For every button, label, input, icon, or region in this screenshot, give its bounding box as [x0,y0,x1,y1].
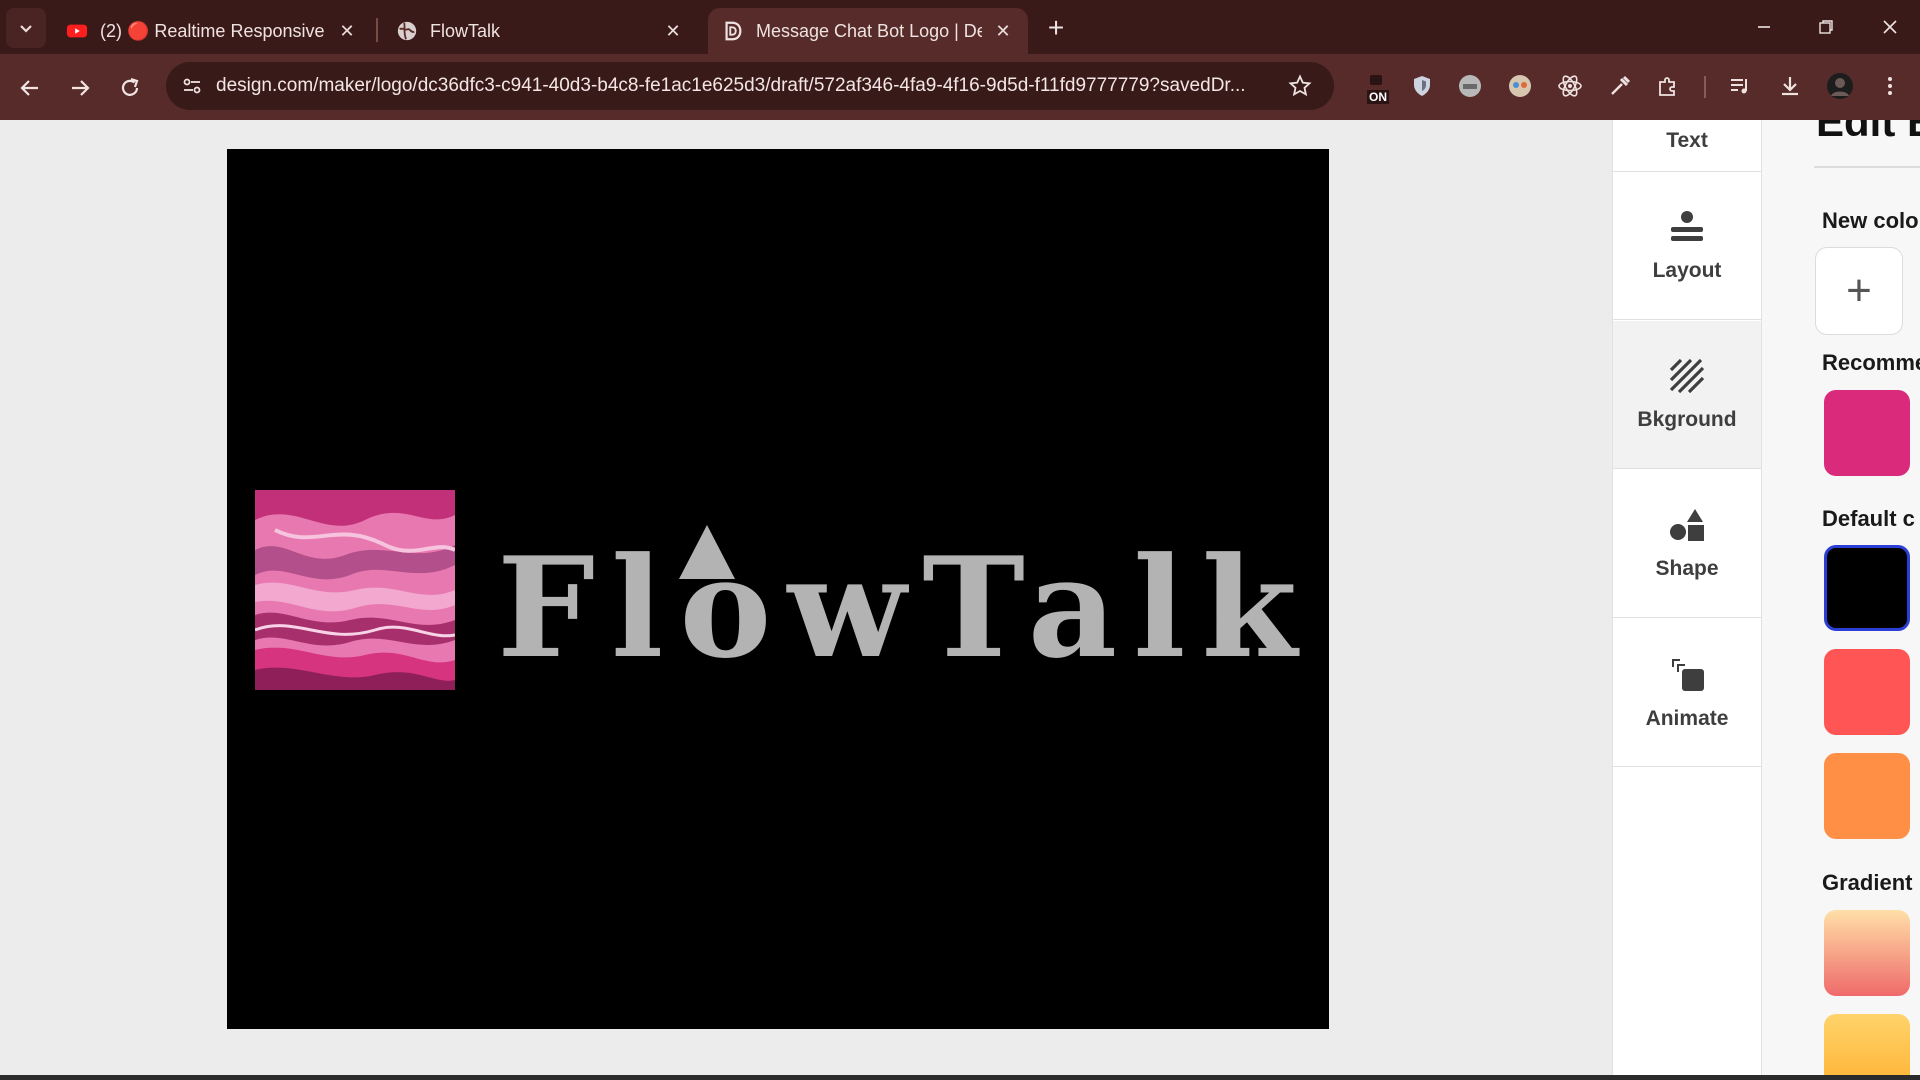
speed-extension-icon [1459,75,1481,97]
restore-icon [1819,20,1833,34]
minimize-icon [1758,26,1770,28]
new-tab-button[interactable]: + [1040,12,1072,44]
tool-text-label: Text [1666,129,1708,152]
atom-icon [1558,75,1582,97]
panel-title: Edit B [1816,120,1920,145]
tool-animate[interactable]: Animate [1613,619,1761,767]
default-swatch-black[interactable] [1824,545,1910,631]
face-extension-icon [1509,75,1531,97]
tab-title: Message Chat Bot Logo | Desig [756,20,982,41]
tool-background-label: Bkground [1637,407,1737,431]
avatar-icon [1827,73,1853,99]
tool-animate-label: Animate [1645,706,1729,730]
extension-shield[interactable] [1408,72,1436,100]
marble-logo-mark[interactable] [255,490,455,690]
youtube-icon [66,24,88,38]
downloads-button[interactable] [1776,72,1804,100]
minimize-button[interactable] [1744,10,1784,44]
design-com-icon [725,21,742,41]
tab-youtube[interactable]: (2) 🔴 Realtime Responsive Cha ✕ [52,8,372,54]
tool-layout-label: Layout [1652,258,1722,282]
logo-canvas[interactable]: FlowTalk [227,149,1329,1029]
tool-layout[interactable]: Layout [1613,172,1761,320]
gradient-swatch-gold[interactable] [1824,1014,1910,1080]
background-icon [1669,358,1705,393]
gradient-label: Gradient [1822,870,1913,895]
close-icon[interactable]: ✕ [662,20,684,42]
panel-divider [1814,166,1920,168]
reload-button[interactable] [114,72,146,104]
brand-name-text[interactable]: FlowTalk [497,526,1313,681]
restore-button[interactable] [1806,10,1846,44]
tab-bar: (2) 🔴 Realtime Responsive Cha ✕ FlowTalk… [0,0,1920,54]
close-icon[interactable]: ✕ [992,20,1014,42]
add-color-button[interactable]: + [1815,247,1903,335]
browser-menu-button[interactable] [1876,72,1904,100]
arrow-left-icon [20,80,38,96]
layout-icon [1671,210,1703,241]
tab-separator [376,18,378,42]
extensions-button[interactable] [1654,72,1682,100]
tab-title: (2) 🔴 Realtime Responsive Cha [100,20,326,41]
animate-icon [1672,658,1704,691]
puzzle-icon [1659,77,1675,96]
close-icon [1883,20,1897,34]
tool-background[interactable]: Bkground [1613,321,1761,469]
download-icon [1782,77,1798,96]
media-controls-button[interactable] [1726,72,1754,100]
tab-design-com[interactable]: Message Chat Bot Logo | Desig ✕ [708,8,1028,54]
chevron-down-icon [20,25,32,33]
toolbar-separator [1704,76,1706,98]
globe-icon [397,21,417,41]
address-bar[interactable]: design.com/maker/logo/dc36dfc3-c941-40d3… [166,62,1334,110]
bottom-edge [0,1075,1920,1080]
back-button[interactable] [14,72,46,104]
tab-search-button[interactable] [6,8,46,48]
reload-icon [121,77,139,96]
brand-wordmark[interactable]: FlowTalk [497,521,1317,681]
close-window-button[interactable] [1870,10,1910,44]
color-panel: Edit B New colo + Recomme Default c Grad… [1762,120,1920,1080]
tab-title: FlowTalk [430,20,501,41]
default-swatch-red[interactable] [1824,649,1910,735]
recommended-swatch[interactable] [1824,390,1910,476]
tool-shape[interactable]: Shape [1613,470,1761,618]
tool-shape-label: Shape [1655,556,1719,580]
more-vertical-icon [1888,77,1892,95]
arrow-right-icon [72,80,90,96]
shape-icon [1670,508,1704,541]
extension-badge: ON [1367,90,1389,104]
eyedropper-icon [1611,75,1631,95]
editor-page: FlowTalk Text Layout Bkground Shape Anim… [0,120,1920,1080]
site-settings-icon[interactable] [180,74,204,98]
playlist-icon [1731,79,1747,94]
extension-react[interactable] [1556,72,1584,100]
extension-speed[interactable] [1456,72,1484,100]
bookmark-star-icon[interactable] [1288,74,1312,98]
forward-button[interactable] [64,72,96,104]
extension-face[interactable] [1506,72,1534,100]
tool-rail: Text Layout Bkground Shape Animate [1612,120,1762,1080]
plus-icon: + [1846,266,1872,315]
new-color-label: New colo [1822,208,1919,233]
gradient-swatch-peach[interactable] [1824,910,1910,996]
tool-text[interactable]: Text [1613,120,1761,172]
shield-icon [1414,76,1430,96]
recommended-label: Recomme [1822,350,1920,375]
default-colors-label: Default c [1822,506,1915,531]
url-text[interactable]: design.com/maker/logo/dc36dfc3-c941-40d3… [216,62,1276,110]
default-swatch-orange[interactable] [1824,753,1910,839]
close-icon[interactable]: ✕ [336,20,358,42]
extension-eyedropper[interactable] [1606,72,1634,100]
tab-flowtalk[interactable]: FlowTalk ✕ [382,8,698,54]
profile-avatar[interactable] [1826,72,1854,100]
